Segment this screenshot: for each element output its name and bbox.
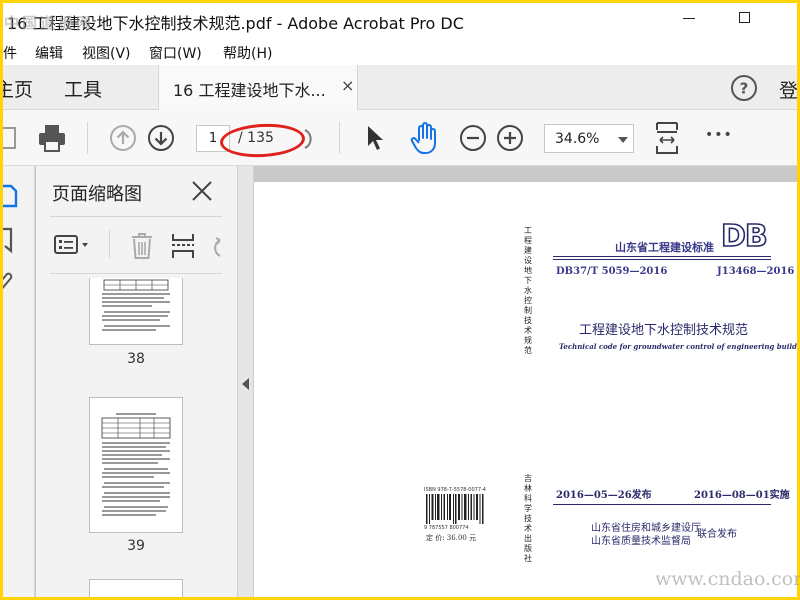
issuer-quality-bureau: 山东省质量技术监督局 (591, 536, 691, 547)
divider (553, 504, 771, 505)
menu-edit[interactable]: 编辑 (35, 43, 63, 63)
page-thumbnail-content (102, 279, 170, 331)
tab-bar: 主页 工具 16 工程建设地下水... × ? 登 (3, 65, 797, 110)
zoom-level-value: 34.6% (555, 131, 600, 147)
barcode-number: 9 787557 800774 (424, 525, 469, 531)
page-count: / 135 (238, 130, 274, 146)
standard-label: 山东省工程建设标准 (615, 241, 714, 254)
isbn-text: ISBN 978-7-5578-0077-4 (424, 487, 486, 493)
attachments-icon[interactable] (3, 268, 19, 296)
svg-text:?: ? (740, 80, 749, 98)
print-icon[interactable] (37, 124, 67, 152)
document-title: 工程建设地下水控制技术规范 (579, 323, 749, 338)
toolbar-separator (339, 122, 340, 154)
minimize-button[interactable] (683, 18, 695, 19)
panel-collapse-handle[interactable] (238, 166, 254, 597)
watermark-bottom-right: www.cndao.com (655, 568, 800, 590)
zoom-out-icon[interactable] (459, 124, 487, 152)
toolbar: / 135 34.6% (3, 110, 797, 166)
thumbnail-list: 38 39 (48, 278, 216, 597)
spine-title-text: 工程建设地下水控制技术规范 (524, 226, 532, 355)
bookmarks-icon[interactable] (3, 226, 19, 254)
barcode-icon (426, 494, 484, 524)
divider (553, 259, 771, 260)
more-tools-icon[interactable]: ••• (705, 127, 733, 143)
menu-help[interactable]: 帮助(H) (223, 43, 272, 63)
page-number-input[interactable] (196, 125, 230, 152)
tab-document-label: 16 工程建设地下水... (173, 81, 326, 100)
tab-document[interactable]: 16 工程建设地下水... × (158, 65, 358, 110)
document-view[interactable]: 工程建设地下水控制技术规范 山东省工程建设标准 DB DB37/T 5059—2… (254, 166, 797, 597)
divider (553, 256, 771, 257)
toolbar-separator (109, 230, 110, 258)
delete-page-icon[interactable] (130, 232, 154, 260)
panel-title: 页面缩略图 (52, 184, 142, 205)
app-window: 16 工程建设地下水控制技术规范.pdf - Adobe Acrobat Pro… (3, 3, 797, 597)
toolbar-separator (87, 122, 88, 154)
divider (50, 273, 222, 274)
left-navigation-rail (3, 166, 35, 597)
page-thumbnails-panel: 页面缩略图 38 39 (36, 166, 263, 597)
effective-date: 2016—08—01实施 (694, 490, 790, 501)
record-code: J13468—2016 (717, 266, 795, 277)
page-thumbnail-40[interactable] (90, 580, 182, 597)
fit-page-icon[interactable] (653, 120, 681, 156)
insert-page-icon[interactable] (170, 232, 196, 260)
page-thumbnails-icon[interactable] (3, 182, 19, 210)
issue-date: 2016—05—26发布 (556, 490, 652, 501)
save-icon[interactable] (3, 126, 19, 150)
login-button[interactable]: 登 (779, 76, 797, 103)
menu-file[interactable]: 件 (3, 43, 17, 63)
collapse-arrow-icon[interactable] (242, 378, 250, 390)
select-cursor-icon[interactable] (365, 124, 385, 152)
tab-close-icon[interactable]: × (341, 76, 354, 95)
page-thumbnail-content (101, 413, 171, 516)
price-text: 定 价: 36.00 元 (426, 534, 477, 542)
close-icon[interactable] (191, 180, 213, 202)
next-page-icon[interactable] (147, 124, 175, 152)
zoom-level-select[interactable]: 34.6% (544, 124, 634, 153)
document-subtitle-en: Technical code for groundwater control o… (559, 342, 797, 351)
publisher-spine-text: 吉林科学技术出版社 (524, 474, 532, 563)
page-thumbnail-39[interactable] (90, 398, 182, 532)
divider (50, 216, 222, 217)
previous-page-icon[interactable] (109, 124, 137, 152)
menu-view[interactable]: 视图(V) (82, 43, 131, 63)
tab-home[interactable]: 主页 (3, 75, 33, 102)
standard-code: DB37/T 5059—2016 (556, 266, 668, 277)
chevron-down-icon (618, 137, 628, 143)
page-number-label: 39 (127, 538, 145, 554)
page-thumbnail-38[interactable] (90, 278, 182, 344)
document-page: 工程建设地下水控制技术规范 山东省工程建设标准 DB DB37/T 5059—2… (254, 182, 797, 597)
menu-bar: 件 编辑 视图(V) 窗口(W) 帮助(H) (3, 37, 797, 65)
rotate-page-icon[interactable] (208, 236, 224, 260)
title-bar: 16 工程建设地下水控制技术规范.pdf - Adobe Acrobat Pro… (3, 3, 797, 37)
menu-window[interactable]: 窗口(W) (149, 43, 202, 63)
help-icon[interactable]: ? (730, 74, 758, 102)
page-number-label: 38 (127, 351, 145, 367)
joint-release-label: 联合发布 (697, 529, 737, 540)
workspace: 页面缩略图 38 39 工程建设地下水控制技术规范 山东省工程建设标准 DB D… (3, 166, 797, 597)
maximize-button[interactable] (739, 12, 750, 23)
hand-tool-icon[interactable] (409, 121, 441, 155)
db-logo: DB (720, 218, 768, 255)
watermark-top-left: 中国道板网 (4, 14, 95, 32)
thumbnail-options-icon[interactable] (54, 234, 92, 256)
tab-tools[interactable]: 工具 (64, 75, 102, 102)
zoom-in-icon[interactable] (496, 124, 524, 152)
zoom-out-partial-icon[interactable] (303, 126, 321, 150)
